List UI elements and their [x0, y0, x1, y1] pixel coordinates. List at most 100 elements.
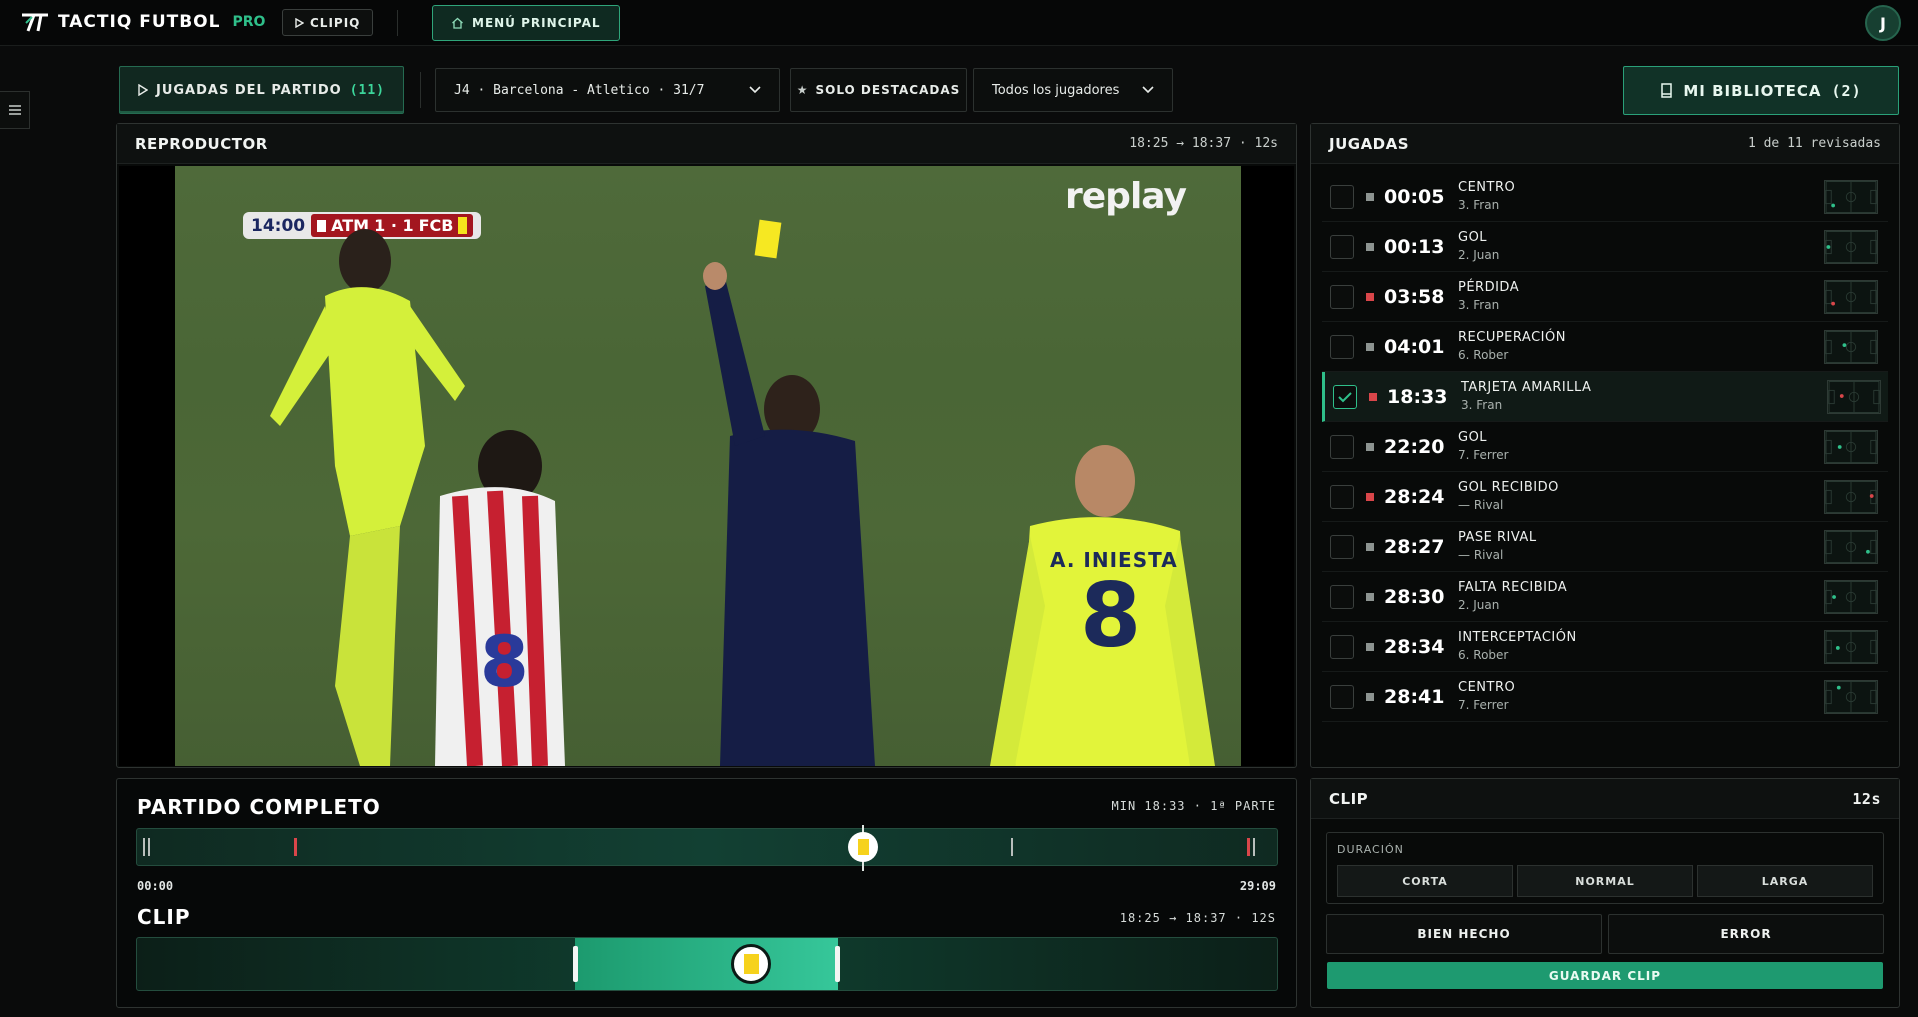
full-match-track[interactable]	[136, 825, 1278, 871]
play-row[interactable]: 22:20 GOL 7. Ferrer	[1322, 422, 1888, 472]
play-time: 04:01	[1384, 335, 1445, 358]
play-row[interactable]: 28:30 FALTA RECIBIDA 2. Juan	[1322, 572, 1888, 622]
top-bar: TACTIQ FUTBOL PRO CLIPIQ MENÚ PRINCIPAL …	[0, 0, 1918, 46]
clipiq-button[interactable]: CLIPIQ	[282, 9, 374, 36]
play-type: INTERCEPTACIÓN	[1458, 630, 1577, 645]
event-marker[interactable]	[294, 838, 297, 856]
clip-track[interactable]	[136, 937, 1278, 991]
players-select[interactable]: Todos los jugadores	[973, 68, 1173, 112]
play-player: 6. Rober	[1458, 348, 1509, 362]
duration-short-button[interactable]: CORTA	[1337, 865, 1513, 897]
event-marker[interactable]	[143, 838, 145, 856]
play-checkbox[interactable]	[1330, 234, 1354, 259]
play-checkbox[interactable]	[1330, 284, 1354, 309]
play-time: 28:24	[1384, 485, 1445, 508]
play-time: 28:41	[1384, 685, 1445, 708]
play-player: — Rival	[1458, 498, 1504, 512]
event-marker[interactable]	[148, 838, 150, 856]
play-checkbox[interactable]	[1330, 534, 1354, 559]
duration-normal-button[interactable]: NORMAL	[1517, 865, 1693, 897]
play-checkbox[interactable]	[1330, 684, 1354, 709]
play-row[interactable]: 28:41 CENTRO 7. Ferrer	[1322, 672, 1888, 722]
mini-pitch-icon	[1824, 229, 1878, 264]
video-image: 14:00 ATM 1 · 1 FCB replay 8 A. INIESTA …	[175, 166, 1241, 766]
clip-start-handle[interactable]	[573, 946, 578, 982]
play-checkbox[interactable]	[1330, 334, 1354, 359]
my-library-button[interactable]: MI BIBLIOTECA (2)	[1623, 66, 1899, 115]
play-row[interactable]: 03:58 PÉRDIDA 3. Fran	[1322, 272, 1888, 322]
full-match-title: PARTIDO COMPLETO	[137, 795, 381, 819]
play-type: RECUPERACIÓN	[1458, 330, 1566, 345]
play-checkbox[interactable]	[1330, 484, 1354, 509]
mini-pitch-icon	[1824, 179, 1878, 214]
mini-pitch-icon	[1824, 279, 1878, 314]
duration-group: DURACIÓN CORTA NORMAL LARGA	[1326, 832, 1884, 904]
play-checkbox[interactable]	[1330, 634, 1354, 659]
play-checkbox[interactable]	[1330, 434, 1354, 459]
play-type: FALTA RECIBIDA	[1458, 580, 1568, 595]
players-select-value: Todos los jugadores	[992, 82, 1120, 98]
error-button[interactable]: ERROR	[1608, 914, 1884, 954]
timeline-end: 29:09	[1239, 879, 1276, 893]
match-select-value: J4 · Barcelona - Atletico · 31/7	[454, 82, 705, 98]
play-category-dot	[1366, 492, 1374, 501]
chevron-down-icon	[1142, 86, 1154, 94]
highlights-only-label: SOLO DESTACADAS	[815, 83, 961, 97]
play-category-dot	[1366, 542, 1374, 551]
clip-range[interactable]	[575, 938, 838, 990]
play-row[interactable]: 00:05 CENTRO 3. Fran	[1322, 172, 1888, 222]
player-title: REPRODUCTOR	[135, 134, 268, 153]
play-checkbox[interactable]	[1333, 384, 1357, 409]
timeline-start: 00:00	[137, 879, 174, 893]
play-row[interactable]: 18:33 TARJETA AMARILLA 3. Fran	[1322, 372, 1888, 422]
play-category-dot	[1369, 392, 1377, 401]
mini-pitch-icon	[1824, 679, 1878, 714]
play-row[interactable]: 00:13 GOL 2. Juan	[1322, 222, 1888, 272]
plays-reviewed-count: 1 de 11 revisadas	[1747, 136, 1881, 151]
event-marker[interactable]	[1011, 838, 1013, 856]
play-time: 28:34	[1384, 635, 1445, 658]
play-time: 00:05	[1384, 185, 1445, 208]
filter-divider	[420, 72, 421, 108]
play-category-dot	[1366, 292, 1374, 301]
playhead-marker[interactable]	[848, 832, 878, 862]
event-marker[interactable]	[1247, 838, 1250, 856]
event-marker[interactable]	[1253, 838, 1255, 856]
user-avatar[interactable]: J	[1865, 5, 1901, 41]
play-category-dot	[1366, 342, 1374, 351]
well-done-button[interactable]: BIEN HECHO	[1326, 914, 1602, 954]
save-clip-button[interactable]: GUARDAR CLIP	[1327, 962, 1883, 989]
play-checkbox[interactable]	[1330, 184, 1354, 209]
play-category-dot	[1366, 242, 1374, 251]
main-menu-button[interactable]: MENÚ PRINCIPAL	[432, 5, 620, 41]
clip-header: CLIP 12s	[1311, 779, 1899, 819]
highlights-only-toggle[interactable]: ★ SOLO DESTACADAS	[790, 68, 967, 112]
topbar-divider	[397, 10, 398, 36]
play-type: PÉRDIDA	[1458, 280, 1520, 295]
play-player: 3. Fran	[1458, 298, 1500, 312]
duration-long-button[interactable]: LARGA	[1697, 865, 1873, 897]
clip-event-marker[interactable]	[731, 944, 771, 984]
sidebar-toggle[interactable]	[0, 91, 30, 129]
mini-pitch-icon	[1824, 329, 1878, 364]
play-time: 00:13	[1384, 235, 1445, 258]
clip-end-handle[interactable]	[835, 946, 840, 982]
play-type: CENTRO	[1458, 180, 1516, 195]
app-logo[interactable]: TACTIQ FUTBOL PRO	[20, 11, 265, 33]
match-plays-count: (11)	[349, 82, 386, 98]
mini-pitch-icon	[1827, 379, 1881, 414]
play-player: 7. Ferrer	[1458, 448, 1509, 462]
video-frame[interactable]: 14:00 ATM 1 · 1 FCB replay 8 A. INIESTA …	[119, 166, 1294, 766]
play-row[interactable]: 28:27 PASE RIVAL — Rival	[1322, 522, 1888, 572]
match-select[interactable]: J4 · Barcelona - Atletico · 31/7	[435, 68, 780, 112]
play-checkbox[interactable]	[1330, 584, 1354, 609]
yellow-card-icon	[743, 954, 759, 974]
match-plays-tab[interactable]: JUGADAS DEL PARTIDO (11)	[119, 66, 404, 114]
mini-pitch-icon	[1824, 629, 1878, 664]
play-row[interactable]: 28:34 INTERCEPTACIÓN 6. Rober	[1322, 622, 1888, 672]
play-row[interactable]: 04:01 RECUPERACIÓN 6. Rober	[1322, 322, 1888, 372]
scene-figures: 8	[270, 219, 1215, 766]
play-row[interactable]: 28:24 GOL RECIBIDO — Rival	[1322, 472, 1888, 522]
play-player: 3. Fran	[1461, 398, 1503, 412]
home-icon	[452, 17, 463, 29]
